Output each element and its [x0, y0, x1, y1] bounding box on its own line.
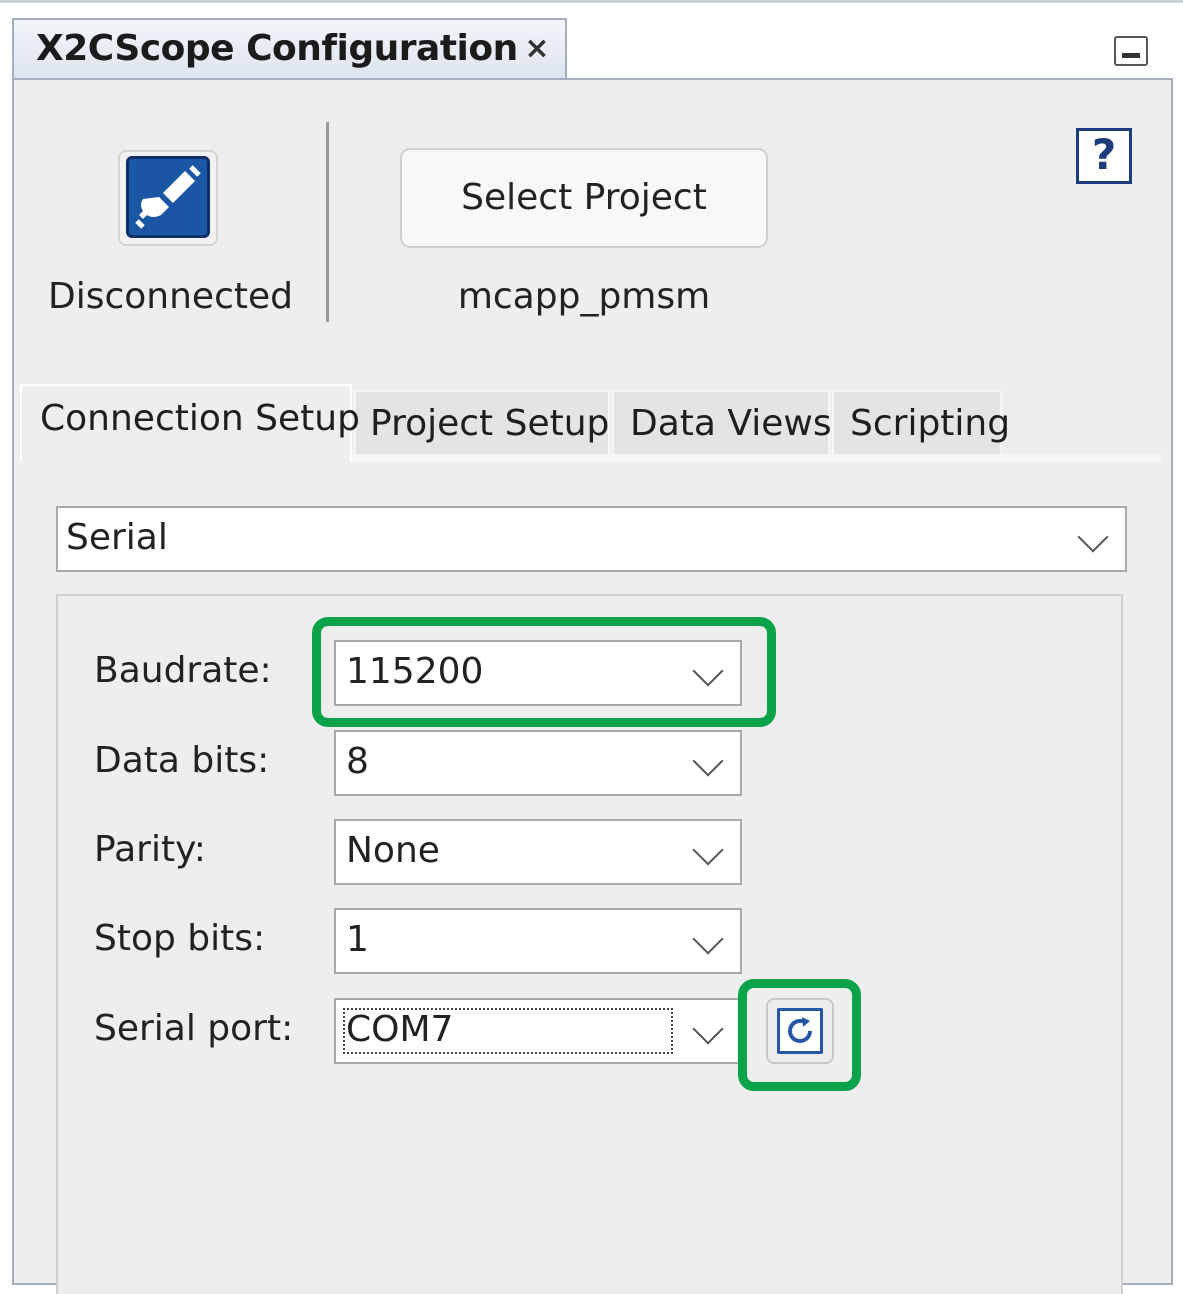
project-name: mcapp_pmsm	[457, 276, 711, 317]
refresh-icon[interactable]	[777, 1008, 823, 1054]
stop-bits-label: Stop bits:	[94, 918, 266, 959]
tab-project-setup[interactable]: Project Setup	[354, 390, 610, 454]
baudrate-label: Baudrate:	[94, 650, 272, 691]
tab-data-views[interactable]: Data Views	[612, 390, 832, 454]
stop-bits-value: 1	[346, 919, 369, 960]
tab-connection-setup[interactable]: Connection Setup	[20, 384, 360, 462]
serial-port-value: COM7	[346, 1009, 454, 1050]
connection-status-label: Disconnected	[48, 276, 293, 317]
connection-type-select[interactable]	[56, 506, 1127, 572]
help-icon[interactable]: ?	[1076, 128, 1132, 184]
data-bits-label: Data bits:	[94, 740, 270, 781]
top-divider	[0, 0, 1183, 3]
data-bits-value: 8	[346, 741, 369, 782]
minimize-icon[interactable]	[1114, 36, 1148, 66]
tab-scripting[interactable]: Scripting	[832, 390, 1010, 454]
parity-value: None	[346, 830, 440, 871]
plug-icon[interactable]	[126, 156, 210, 238]
vertical-divider	[326, 122, 329, 322]
connection-type-value: Serial	[66, 517, 168, 558]
baudrate-value: 115200	[346, 651, 484, 692]
stop-bits-select[interactable]	[334, 908, 742, 974]
select-project-button[interactable]: Select Project	[400, 148, 768, 248]
serial-port-label: Serial port:	[94, 1008, 294, 1049]
data-bits-select[interactable]	[334, 730, 742, 796]
parity-label: Parity:	[94, 829, 206, 870]
close-icon[interactable]: ×	[522, 34, 552, 64]
window-tab-title: X2CScope Configuration	[36, 28, 518, 69]
